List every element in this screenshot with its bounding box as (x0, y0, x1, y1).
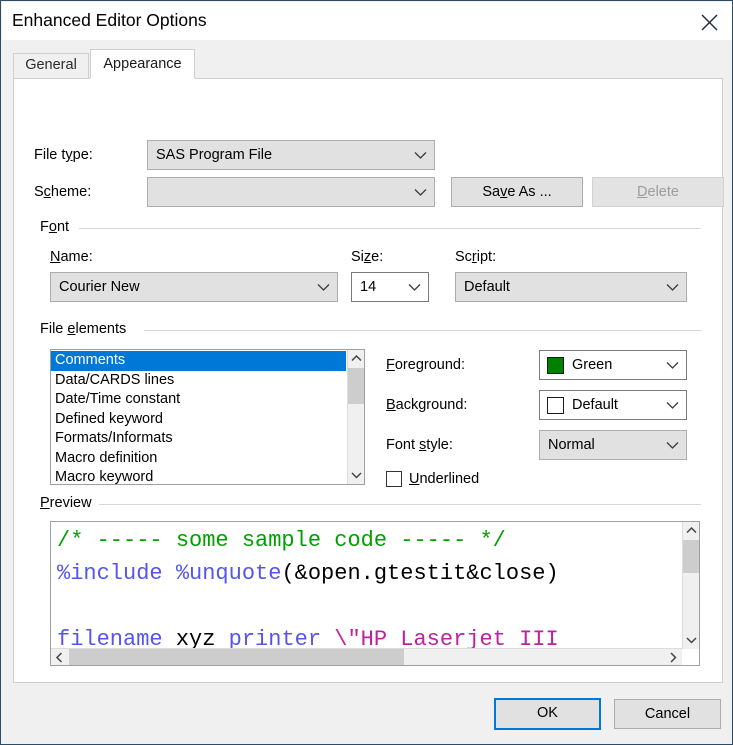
scroll-thumb[interactable] (348, 368, 364, 404)
font-script-value: Default (464, 279, 510, 295)
title-bar: Enhanced Editor Options (2, 2, 732, 40)
file-type-combo[interactable]: SAS Program File (147, 140, 435, 170)
preview-vertical-scrollbar[interactable] (682, 522, 699, 649)
close-icon[interactable] (687, 2, 732, 40)
window-title: Enhanced Editor Options (12, 10, 207, 30)
font-size-label: Size: (351, 249, 384, 265)
preview-pane[interactable]: /* ----- some sample code ----- */ %inclu… (50, 521, 700, 666)
chevron-down-icon (408, 284, 421, 291)
scheme-label: Scheme: (34, 184, 92, 200)
file-elements-list: Comments Data/CARDS lines Date/Time consta… (51, 351, 346, 484)
file-elements-group-divider (144, 330, 701, 331)
preview-group-divider (99, 504, 701, 505)
font-name-combo[interactable]: Courier New (50, 272, 338, 302)
scroll-thumb[interactable] (683, 540, 699, 573)
scroll-up-icon[interactable] (348, 350, 364, 367)
cancel-button[interactable]: Cancel (614, 699, 721, 729)
list-item[interactable]: Defined keyword (51, 410, 346, 430)
save-as-button[interactable]: Save As ... (451, 177, 583, 207)
dialog-footer: OK Cancel (2, 685, 732, 744)
background-value: Default (572, 397, 618, 413)
font-name-value: Courier New (59, 279, 140, 295)
font-style-label: Font style: (386, 437, 453, 453)
list-item[interactable]: Macro definition (51, 449, 346, 469)
font-name-label: Name: (50, 249, 93, 265)
chevron-down-icon (317, 284, 330, 291)
preview-code: /* ----- some sample code ----- */ %inclu… (57, 524, 559, 656)
font-style-value: Normal (548, 437, 595, 453)
scroll-thumb[interactable] (69, 649, 404, 665)
code-token: (&open.gtestit&close) (281, 561, 559, 586)
list-item[interactable]: Date/Time constant (51, 390, 346, 410)
font-size-combo[interactable]: 14 (351, 272, 429, 302)
chevron-down-icon (666, 402, 679, 409)
appearance-tab-page: File type: SAS Program File Scheme: Save… (13, 78, 724, 683)
scroll-down-icon[interactable] (348, 467, 364, 484)
font-size-value: 14 (360, 279, 377, 295)
enhanced-editor-options-dialog: Enhanced Editor Options General Appearan… (0, 0, 733, 745)
code-token: %include %unquote (57, 561, 282, 586)
file-elements-group-label: File elements (36, 321, 131, 337)
font-group-divider (79, 228, 701, 229)
underlined-checkbox[interactable] (386, 471, 402, 487)
preview-horizontal-scrollbar[interactable] (51, 648, 682, 665)
font-style-combo[interactable]: Normal (539, 430, 687, 460)
underlined-label[interactable]: Underlined (409, 471, 479, 487)
file-elements-vertical-scrollbar[interactable] (347, 350, 364, 484)
file-elements-listbox[interactable]: Comments Data/CARDS lines Date/Time consta… (50, 349, 365, 485)
dialog-client-area: General Appearance File type: SAS Progra… (2, 40, 732, 744)
tab-general[interactable]: General (13, 53, 89, 78)
font-group-label: Font (36, 219, 74, 235)
scroll-up-icon[interactable] (683, 522, 699, 539)
background-combo[interactable]: Default (539, 390, 687, 420)
font-script-label: Script: (455, 249, 497, 265)
scroll-down-icon[interactable] (683, 632, 699, 649)
list-item[interactable]: Comments (51, 351, 346, 371)
code-token: /* ----- some sample code ----- */ (57, 528, 506, 553)
scroll-right-icon[interactable] (665, 649, 682, 665)
chevron-down-icon (666, 442, 679, 449)
foreground-color-swatch (547, 357, 564, 374)
code-line: %include %unquote(&open.gtestit&close) (57, 557, 559, 590)
ok-button[interactable]: OK (494, 698, 601, 730)
foreground-combo[interactable]: Green (539, 350, 687, 380)
tab-appearance[interactable]: Appearance (90, 49, 195, 79)
chevron-down-icon (666, 362, 679, 369)
code-line: /* ----- some sample code ----- */ (57, 524, 559, 557)
file-type-value: SAS Program File (156, 147, 273, 163)
file-type-label: File type: (34, 147, 93, 163)
background-label: Background: (386, 397, 468, 413)
chevron-down-icon (414, 189, 427, 196)
preview-group-label: Preview (36, 495, 96, 511)
chevron-down-icon (414, 152, 427, 159)
foreground-value: Green (572, 357, 613, 373)
list-item[interactable]: Macro keyword (51, 468, 346, 484)
font-script-combo[interactable]: Default (455, 272, 687, 302)
scroll-left-icon[interactable] (51, 649, 68, 665)
foreground-label: Foreground: (386, 357, 465, 373)
scheme-combo[interactable] (147, 177, 435, 207)
list-item[interactable]: Formats/Informats (51, 429, 346, 449)
chevron-down-icon (666, 284, 679, 291)
background-color-swatch (547, 397, 564, 414)
delete-button[interactable]: Delete (592, 177, 724, 207)
close-glyph (701, 14, 718, 31)
list-item[interactable]: Data/CARDS lines (51, 371, 346, 391)
tab-strip: General Appearance (13, 49, 723, 79)
